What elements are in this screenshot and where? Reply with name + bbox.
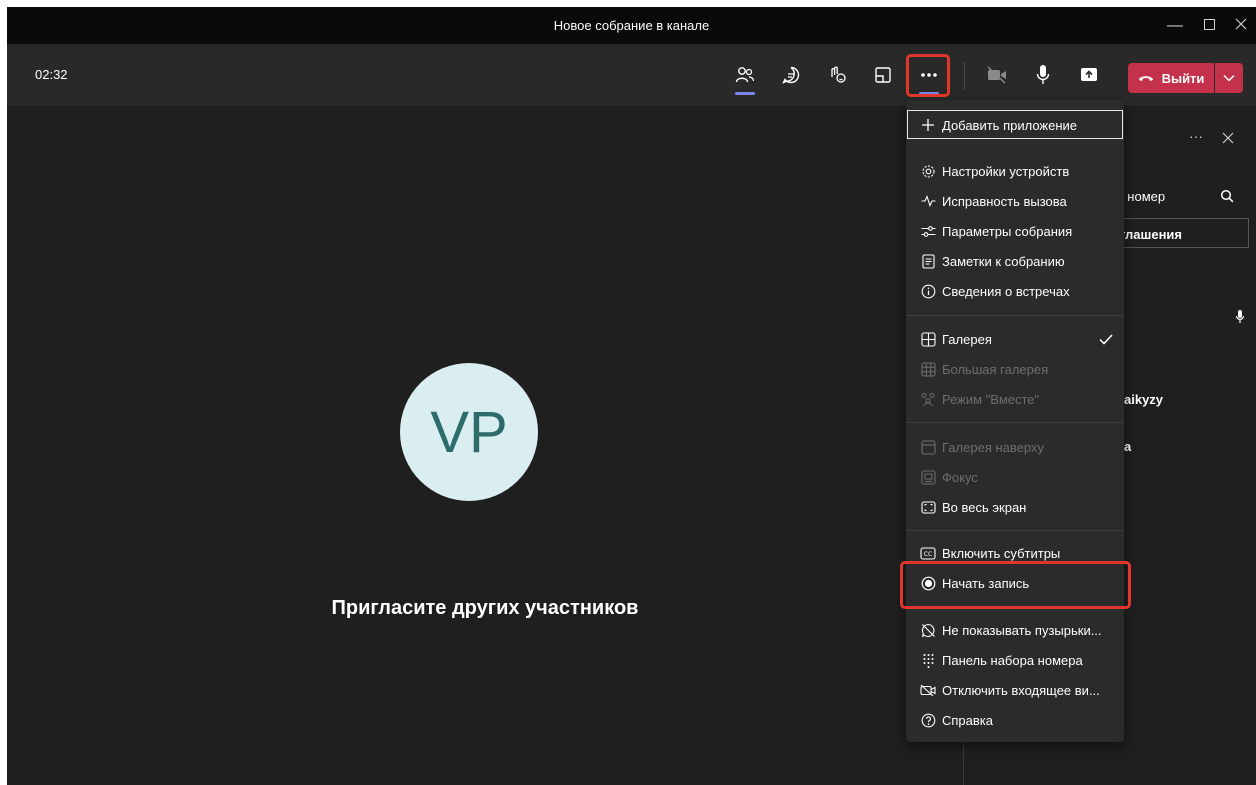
menu-item-label: Добавить приложение: [942, 117, 1078, 133]
chevron-down-icon: [1223, 74, 1235, 82]
menu-item-hide-bubbles[interactable]: Не показывать пузырьки...: [906, 615, 1124, 645]
share-button[interactable]: [1075, 61, 1103, 89]
search-icon[interactable]: [1220, 189, 1234, 203]
reactions-button[interactable]: [823, 61, 851, 89]
menu-item-disable-incoming-video[interactable]: Отключить входящее ви...: [906, 675, 1124, 705]
participants-button[interactable]: [731, 61, 759, 95]
menu-item-help[interactable]: Справка: [906, 705, 1124, 735]
closed-captions-icon: CC: [920, 545, 936, 561]
menu-item-fullscreen[interactable]: Во весь экран: [906, 492, 1124, 522]
chat-button[interactable]: [777, 61, 805, 89]
menu-item-dialpad[interactable]: Панель набора номера: [906, 645, 1124, 675]
share-invite-button[interactable]: риглашения: [1104, 218, 1249, 248]
gallery-grid-icon: [920, 331, 936, 347]
menu-item-label: Параметры собрания: [942, 223, 1073, 239]
menu-item-add-app[interactable]: Добавить приложение: [906, 110, 1124, 140]
menu-item-large-gallery[interactable]: Большая галерея: [906, 354, 1124, 384]
menu-item-device-settings[interactable]: Настройки устройств: [906, 156, 1124, 186]
gallery-top-icon: [920, 439, 936, 455]
menu-item-label: Во весь экран: [942, 499, 1027, 515]
menu-separator: [906, 315, 1124, 316]
menu-item-meeting-info[interactable]: Сведения о встречах: [906, 276, 1124, 306]
menu-item-label: Режим "Вместе": [942, 391, 1040, 407]
pulse-icon: [920, 193, 936, 209]
menu-item-label: Исправность вызова: [942, 193, 1067, 209]
more-actions-menu: Добавить приложение Настройки устройств …: [906, 100, 1124, 742]
gear-icon: [920, 163, 936, 179]
camera-off-icon: [987, 66, 1006, 84]
leave-label: Выйти: [1161, 70, 1205, 86]
menu-item-meeting-notes[interactable]: Заметки к собранию: [906, 246, 1124, 276]
focus-icon: [920, 469, 936, 485]
menu-item-gallery[interactable]: Галерея: [906, 324, 1124, 354]
more-button-highlight: [906, 54, 950, 97]
participant-name[interactable]: aikyzy: [1124, 392, 1163, 407]
together-mode-icon: [920, 391, 936, 407]
toolbar-divider: [964, 62, 965, 90]
menu-item-label: Включить субтитры: [942, 545, 1061, 561]
leave-button[interactable]: Выйти: [1128, 63, 1214, 93]
menu-item-label: Настройки устройств: [942, 163, 1070, 179]
meeting-toolbar: 02:32 Выйти: [7, 44, 1256, 106]
meeting-timer: 02:32: [35, 67, 68, 82]
video-off-icon: [920, 682, 936, 698]
close-window-icon[interactable]: [1228, 13, 1254, 39]
participant-mic-icon: [1235, 310, 1245, 323]
participant-name[interactable]: a: [1124, 439, 1131, 454]
close-panel-icon[interactable]: [1222, 132, 1234, 144]
panel-more-icon[interactable]: ···: [1189, 128, 1203, 144]
checkmark-icon: [1099, 333, 1113, 345]
title-bar: Новое собрание в канале —: [7, 7, 1256, 44]
menu-item-label: Сведения о встречах: [942, 283, 1070, 299]
menu-item-focus[interactable]: Фокус: [906, 462, 1124, 492]
notes-icon: [920, 253, 936, 269]
menu-item-call-health[interactable]: Исправность вызова: [906, 186, 1124, 216]
minimize-icon[interactable]: —: [1162, 13, 1188, 39]
invite-prompt: Пригласите других участников: [331, 597, 639, 619]
menu-item-together-mode[interactable]: Режим "Вместе": [906, 384, 1124, 414]
maximize-icon[interactable]: [1196, 13, 1222, 39]
large-gallery-icon: [920, 361, 936, 377]
help-icon: [920, 712, 936, 728]
chat-icon: [782, 66, 800, 84]
menu-item-label: Отключить входящее ви...: [942, 682, 1100, 698]
hang-up-icon: [1138, 76, 1153, 81]
menu-item-gallery-top[interactable]: Галерея наверху: [906, 432, 1124, 462]
menu-separator: [906, 422, 1124, 423]
menu-separator: [906, 530, 1124, 531]
sliders-icon: [920, 223, 936, 239]
active-indicator: [735, 92, 755, 95]
microphone-button[interactable]: [1029, 61, 1057, 89]
camera-button[interactable]: [983, 61, 1011, 89]
rooms-button[interactable]: [869, 61, 897, 89]
menu-item-label: Панель набора номера: [942, 652, 1083, 668]
breakout-rooms-icon: [875, 67, 891, 83]
start-recording-highlight: [900, 561, 1131, 609]
menu-item-label: Галерея: [942, 331, 992, 347]
fullscreen-icon: [920, 499, 936, 515]
share-screen-icon: [1081, 68, 1097, 81]
svg-text:CC: CC: [924, 551, 932, 558]
plus-icon: [920, 117, 936, 133]
raise-hand-icon: [831, 66, 846, 83]
teams-meeting-window: Новое собрание в канале — 02:32 Выйти VP…: [7, 7, 1256, 785]
menu-item-label: Заметки к собранию: [942, 253, 1065, 269]
menu-item-label: Галерея наверху: [942, 439, 1044, 455]
dialpad-icon: [920, 652, 936, 668]
window-title: Новое собрание в канале: [553, 18, 710, 33]
menu-item-meeting-options[interactable]: Параметры собрания: [906, 216, 1124, 246]
menu-item-label: Справка: [942, 712, 993, 728]
leave-options-button[interactable]: [1215, 63, 1243, 93]
info-icon: [920, 283, 936, 299]
avatar-initials: VP: [430, 399, 508, 465]
menu-item-label: Не показывать пузырьки...: [942, 622, 1102, 638]
chat-bubble-off-icon: [920, 622, 936, 638]
avatar: VP: [400, 363, 538, 501]
menu-item-label: Фокус: [942, 469, 978, 485]
menu-item-label: Большая галерея: [942, 361, 1049, 377]
people-icon: [735, 67, 755, 83]
microphone-icon: [1036, 65, 1050, 84]
